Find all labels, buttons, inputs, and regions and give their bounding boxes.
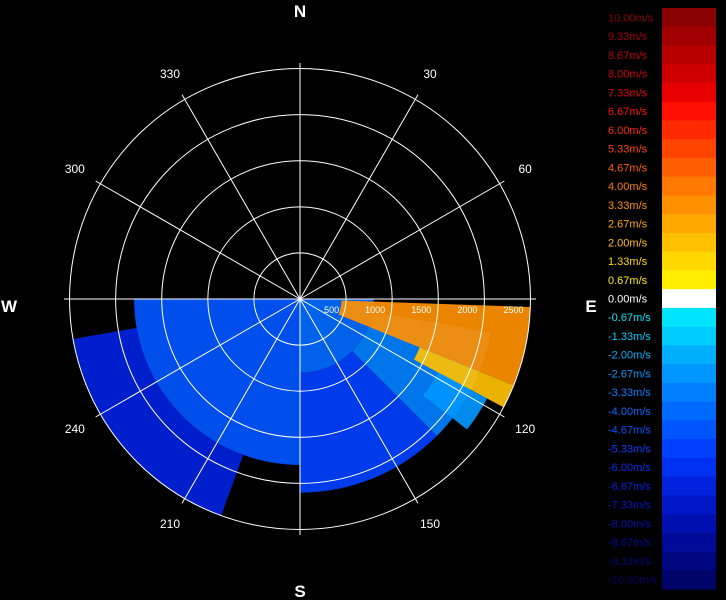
colorbar-label: 2.67m/s bbox=[608, 219, 648, 231]
colorbar-label: -6.00m/s bbox=[608, 462, 651, 474]
colorbar-swatch bbox=[662, 270, 716, 290]
colorbar-label: -5.33m/s bbox=[608, 443, 651, 455]
colorbar-label: 3.33m/s bbox=[608, 200, 648, 212]
colorbar-label: 6.67m/s bbox=[608, 106, 648, 118]
colorbar-label: -7.33m/s bbox=[608, 500, 651, 512]
colorbar-label: 9.33m/s bbox=[608, 31, 648, 43]
compass-east-label: E bbox=[585, 297, 596, 316]
azimuth-label: 120 bbox=[515, 422, 535, 436]
colorbar-label: -3.33m/s bbox=[608, 387, 651, 399]
colorbar-label: 7.33m/s bbox=[608, 87, 648, 99]
colorbar-swatch bbox=[662, 120, 716, 140]
colorbar-label: -4.00m/s bbox=[608, 406, 651, 418]
colorbar-swatch bbox=[662, 382, 716, 403]
colorbar-label: 4.00m/s bbox=[608, 181, 648, 193]
colorbar-label: 2.00m/s bbox=[608, 237, 648, 249]
colorbar-label: 10.00m/s bbox=[608, 12, 654, 24]
colorbar-label: -10.00m/s bbox=[608, 575, 657, 587]
colorbar-swatch bbox=[662, 401, 716, 421]
colorbar-label: 4.67m/s bbox=[608, 162, 648, 174]
colorbar-label: 0.67m/s bbox=[608, 275, 648, 287]
colorbar-label: -6.67m/s bbox=[608, 481, 651, 493]
colorbar-swatch bbox=[662, 364, 716, 384]
colorbar-swatch bbox=[662, 551, 716, 571]
colorbar-swatch bbox=[662, 82, 716, 103]
colorbar-label: -4.67m/s bbox=[608, 425, 651, 437]
range-label: 1500 bbox=[411, 305, 431, 315]
velocity-colorbar: 10.00m/s 9.33m/s 8.67m/s 8.00m/s 7.33m/s 6.67… bbox=[608, 8, 716, 590]
colorbar-swatch bbox=[662, 251, 716, 271]
colorbar-swatch bbox=[662, 532, 716, 553]
colorbar-label: 8.67m/s bbox=[608, 50, 648, 62]
colorbar-label: -8.67m/s bbox=[608, 537, 651, 549]
azimuth-label: 150 bbox=[420, 517, 440, 531]
colorbar-swatch bbox=[662, 307, 716, 328]
colorbar-label: 8.00m/s bbox=[608, 69, 648, 81]
colorbar-label: -0.67m/s bbox=[608, 312, 651, 324]
colorbar-label: 5.33m/s bbox=[608, 144, 648, 156]
compass-west-label: W bbox=[1, 297, 18, 316]
azimuth-label: 60 bbox=[518, 162, 532, 176]
compass-north-label: N bbox=[294, 2, 306, 21]
colorbar-swatch bbox=[662, 439, 716, 459]
range-label: 2000 bbox=[457, 305, 477, 315]
range-label: 2500 bbox=[503, 305, 523, 315]
colorbar-label: 6.00m/s bbox=[608, 125, 648, 137]
colorbar-label: -1.33m/s bbox=[608, 331, 651, 343]
azimuth-label: 30 bbox=[423, 67, 437, 81]
colorbar-label: -2.67m/s bbox=[608, 368, 651, 380]
colorbar-label: 0.00m/s bbox=[608, 294, 648, 306]
compass-south-label: S bbox=[294, 582, 305, 600]
colorbar-swatch bbox=[662, 345, 716, 365]
radar-polar-plot: N S E W 330 30 300 60 120 150 210 240 500 1000 15… bbox=[0, 0, 726, 600]
azimuth-label: 240 bbox=[65, 422, 85, 436]
colorbar-swatch bbox=[662, 514, 716, 534]
colorbar-swatch bbox=[662, 195, 716, 215]
colorbar-swatch bbox=[662, 45, 716, 65]
colorbar-label: -9.33m/s bbox=[608, 556, 651, 568]
colorbar-swatch bbox=[662, 289, 716, 309]
colorbar-swatch bbox=[662, 420, 716, 440]
colorbar-swatch bbox=[662, 157, 716, 178]
colorbar-swatch bbox=[662, 8, 716, 28]
range-label: 500 bbox=[324, 305, 339, 315]
colorbar-swatch bbox=[662, 232, 716, 253]
colorbar-swatch bbox=[662, 457, 716, 478]
colorbar-label: -8.00m/s bbox=[608, 518, 651, 530]
azimuth-label: 330 bbox=[160, 67, 180, 81]
colorbar-swatch bbox=[662, 64, 716, 84]
colorbar-swatch bbox=[662, 476, 716, 496]
colorbar-swatch bbox=[662, 214, 716, 234]
azimuth-label: 300 bbox=[65, 162, 85, 176]
colorbar-swatch bbox=[662, 176, 716, 196]
colorbar-swatch bbox=[662, 26, 716, 46]
colorbar-swatch bbox=[662, 101, 716, 121]
colorbar-swatch bbox=[662, 139, 716, 159]
azimuth-label: 210 bbox=[160, 517, 180, 531]
colorbar-swatch bbox=[662, 570, 716, 590]
range-label: 1000 bbox=[365, 305, 385, 315]
colorbar-swatch bbox=[662, 326, 716, 346]
colorbar-swatch bbox=[662, 495, 716, 515]
colorbar-label: -2.00m/s bbox=[608, 350, 651, 362]
colorbar-label: 1.33m/s bbox=[608, 256, 648, 268]
